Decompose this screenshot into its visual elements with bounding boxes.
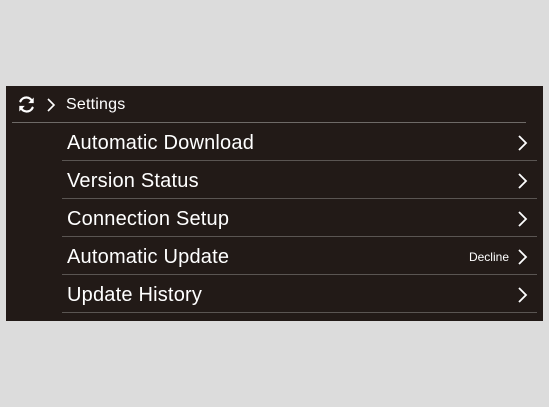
menu-item-label: Update History	[67, 284, 203, 306]
header-bar: Settings	[6, 86, 543, 123]
chevron-right-icon	[47, 98, 56, 112]
settings-screen: Settings Automatic Download Version Stat…	[6, 86, 543, 321]
menu-item-connection-setup[interactable]: Connection Setup	[62, 199, 537, 237]
row-divider	[62, 312, 537, 313]
menu-item-label: Connection Setup	[67, 208, 230, 230]
chevron-right-icon	[518, 173, 528, 189]
refresh-icon[interactable]	[17, 95, 36, 114]
menu-item-label: Version Status	[67, 170, 199, 192]
menu-item-automatic-download[interactable]: Automatic Download	[62, 123, 537, 161]
chevron-right-icon	[518, 211, 528, 227]
menu-item-label: Automatic Download	[67, 132, 255, 154]
chevron-right-icon	[518, 249, 528, 265]
menu-item-label: Automatic Update	[67, 246, 230, 268]
chevron-right-icon	[518, 135, 528, 151]
menu-item-update-history[interactable]: Update History	[62, 275, 537, 313]
page-title: Settings	[66, 96, 126, 113]
menu-item-automatic-update[interactable]: Automatic Update Decline	[62, 237, 537, 275]
menu-item-value: Decline	[468, 250, 509, 264]
chevron-right-icon	[518, 287, 528, 303]
menu-item-version-status[interactable]: Version Status	[62, 161, 537, 199]
